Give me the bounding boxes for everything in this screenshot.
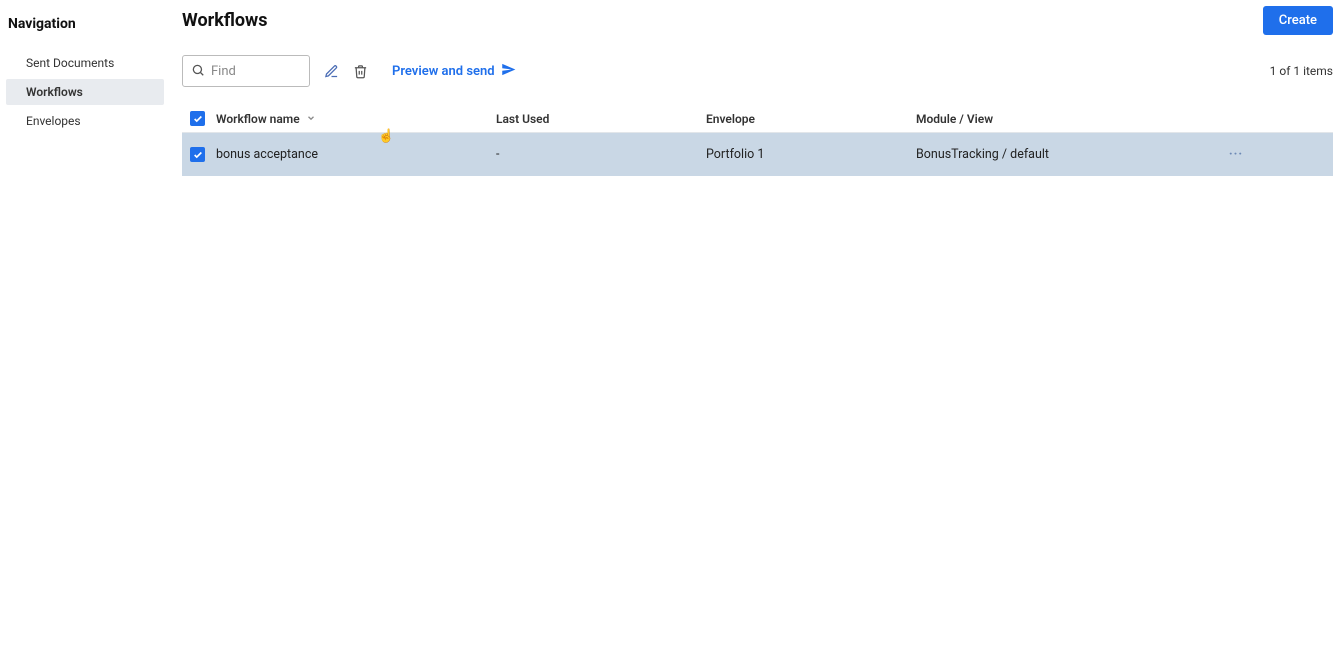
column-header-envelope[interactable]: Envelope	[706, 112, 916, 126]
sidebar: Navigation Sent Documents Workflows Enve…	[0, 0, 170, 659]
workflows-table: Workflow name Last Used Envelope Module …	[182, 105, 1333, 176]
select-all-checkbox[interactable]	[190, 111, 205, 126]
row-actions-menu[interactable]: ···	[1216, 147, 1256, 162]
table-header-row: Workflow name Last Used Envelope Module …	[182, 105, 1333, 132]
search-box[interactable]	[182, 55, 310, 87]
search-input[interactable]	[211, 64, 301, 79]
cell-last-used: -	[496, 147, 706, 162]
sidebar-item-workflows[interactable]: Workflows	[6, 79, 164, 105]
search-icon	[191, 62, 205, 81]
create-button[interactable]: Create	[1263, 6, 1333, 35]
send-icon	[501, 62, 516, 81]
cell-name: bonus acceptance	[216, 147, 496, 162]
cell-module: BonusTracking / default	[916, 147, 1216, 162]
table-row[interactable]: bonus acceptance - Portfolio 1 BonusTrac…	[182, 132, 1333, 176]
edit-icon[interactable]	[324, 64, 339, 79]
column-header-last-used[interactable]: Last Used	[496, 112, 706, 126]
preview-and-send-link[interactable]: Preview and send	[392, 62, 516, 81]
row-checkbox[interactable]	[190, 147, 205, 162]
column-header-name[interactable]: Workflow name	[216, 112, 496, 126]
column-header-module[interactable]: Module / View	[916, 112, 1216, 126]
main: Workflows Create Preview and send 1 of 1…	[170, 0, 1341, 659]
sidebar-item-envelopes[interactable]: Envelopes	[6, 108, 164, 134]
page-title: Workflows	[182, 10, 268, 31]
header: Workflows Create	[182, 6, 1333, 35]
cell-envelope: Portfolio 1	[706, 147, 916, 162]
items-count: 1 of 1 items	[1270, 64, 1333, 78]
toolbar: Preview and send 1 of 1 items	[182, 55, 1333, 87]
sidebar-title: Navigation	[0, 10, 170, 50]
sidebar-item-sent-documents[interactable]: Sent Documents	[6, 50, 164, 76]
preview-label: Preview and send	[392, 64, 495, 79]
column-header-name-label: Workflow name	[216, 112, 300, 126]
chevron-down-icon	[306, 112, 316, 126]
delete-icon[interactable]	[353, 64, 368, 79]
